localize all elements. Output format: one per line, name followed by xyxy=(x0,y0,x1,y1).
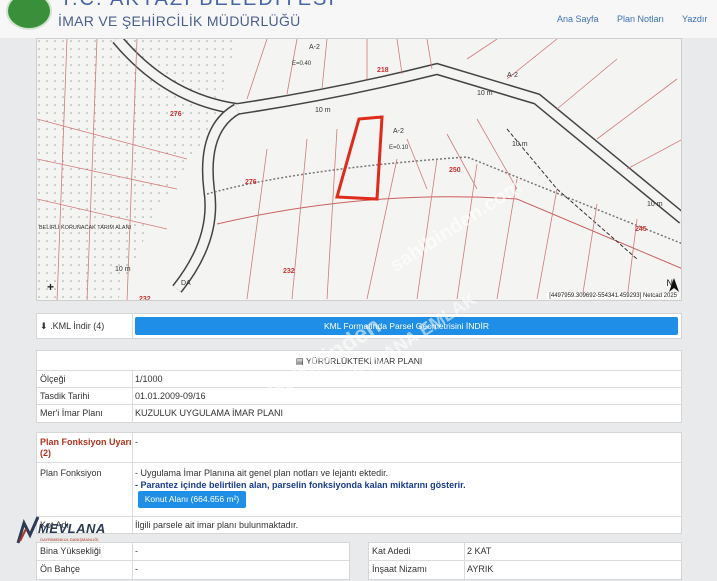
kml-label: .KML İndir xyxy=(50,321,91,331)
mevlana-logo-text: MEVLANA xyxy=(38,521,106,536)
detail-label: İnşaat Nizamı xyxy=(372,564,428,574)
function-panel: Plan Fonksiyon Uyarı (2) - Plan Fonksiyon… xyxy=(36,432,682,535)
detail-row: İnşaat Nizamı AYRIK xyxy=(369,560,681,581)
kml-note: (4) xyxy=(93,321,105,331)
map-label: A-2 xyxy=(507,72,518,79)
map-label: A-2 xyxy=(393,128,404,135)
page-title: İMAR VE ŞEHİRCİLİK MÜDÜRLÜĞÜ xyxy=(58,13,301,29)
map-drawing: A-2 E=0.40 218 A-2 10 m 276 10 m A-2 E=0… xyxy=(37,39,681,301)
plan-row-label: Tasdik Tarihi xyxy=(40,391,90,401)
map-label: BELİRLİ KORUNACAK TARIM ALANI xyxy=(39,224,132,231)
zoning-map[interactable]: A-2 E=0.40 218 A-2 10 m 276 10 m A-2 E=0… xyxy=(36,38,682,301)
detail-value: AYRIK xyxy=(467,564,494,574)
map-label: 250 xyxy=(449,167,461,174)
details-left: Bina Yüksekliği - Ön Bahçe - xyxy=(36,542,350,581)
function-warning-label: Plan Fonksiyon Uyarı (2) xyxy=(40,437,132,458)
kot-value: İlgili parsele ait imar planı bulunmakta… xyxy=(135,520,299,530)
header: T.C. AKYAZI BELEDİYESİ İMAR VE ŞEHİRCİLİ… xyxy=(0,0,717,38)
map-label: 10 m xyxy=(512,141,528,148)
plan-row-value: KUZULUK UYGULAMA İMAR PLANI xyxy=(135,408,284,418)
zoom-in-icon[interactable]: + xyxy=(47,280,54,294)
map-label: DA xyxy=(181,280,191,287)
function-note-1: - Uygulama İmar Planına ait genel plan n… xyxy=(135,468,389,478)
map-label: E=0.40 xyxy=(292,61,312,67)
detail-value: - xyxy=(135,564,138,574)
plan-row: Tasdik Tarihi 01.01.2009-09/16 xyxy=(37,387,681,405)
download-icon: ⬇ xyxy=(40,321,48,331)
plan-row-label: Ölçeği xyxy=(40,374,66,384)
detail-label: Kat Adedi xyxy=(372,546,411,556)
kml-label-wrap: ⬇ .KML İndir (4) xyxy=(40,321,104,332)
nav-print[interactable]: Yazdır xyxy=(682,14,707,24)
function-row: Plan Fonksiyon - Uygulama İmar Planına a… xyxy=(37,462,681,517)
map-label: 10 m xyxy=(315,107,331,114)
map-label: 10 m xyxy=(477,90,493,97)
map-label: E=0.10 xyxy=(389,145,409,151)
detail-label: Bina Yüksekliği xyxy=(40,546,101,556)
north-arrow-icon: N xyxy=(667,278,679,292)
function-label: Plan Fonksiyon xyxy=(40,468,102,478)
municipality-logo xyxy=(6,0,52,30)
plan-row-value: 1/1000 xyxy=(135,374,163,384)
mevlana-icon xyxy=(16,516,40,544)
map-label: 276 xyxy=(170,111,182,118)
detail-row: Ön Bahçe - xyxy=(37,560,349,581)
function-warning-value: - xyxy=(135,437,138,447)
nav-plan-notes[interactable]: Plan Notları xyxy=(617,14,664,24)
plan-row: Mer'i İmar Planı KUZULUK UYGULAMA İMAR P… xyxy=(37,404,681,423)
coordinate-readout: [4497959.309692-554341.459293] Netcad 20… xyxy=(547,293,679,299)
mevlana-logo-subtitle: GAYRİMENKUL DANIŞMANLIĞI xyxy=(40,537,99,542)
detail-label: Ön Bahçe xyxy=(40,564,81,574)
map-label: 10 m xyxy=(115,266,131,273)
map-label: 232 xyxy=(139,296,151,301)
detail-value: - xyxy=(135,546,138,556)
map-label: 276 xyxy=(245,179,257,186)
map-label: A-2 xyxy=(309,44,320,51)
kot-row: Kot Adı İlgili parsele ait imar planı bu… xyxy=(37,516,681,535)
plan-row-value: 01.01.2009-09/16 xyxy=(135,391,206,401)
municipality-name: T.C. AKYAZI BELEDİYESİ xyxy=(60,0,336,10)
mevlana-logo: MEVLANA GAYRİMENKUL DANIŞMANLIĞI xyxy=(16,515,105,547)
map-label: 232 xyxy=(283,268,295,275)
plan-row-label: Mer'i İmar Planı xyxy=(40,408,103,418)
detail-value: 2 KAT xyxy=(467,546,492,556)
function-note-2: - Parantez içinde belirtilen alan, parse… xyxy=(135,480,466,490)
details-right: Kat Adedi 2 KAT İnşaat Nizamı AYRIK xyxy=(368,542,682,581)
map-label: 245 xyxy=(635,226,647,233)
map-label: 10 m xyxy=(647,201,663,208)
map-label: 218 xyxy=(377,67,389,74)
konut-area-button[interactable]: Konut Alanı (664.656 m²) xyxy=(138,491,246,508)
nav-home[interactable]: Ana Sayfa xyxy=(557,14,599,24)
